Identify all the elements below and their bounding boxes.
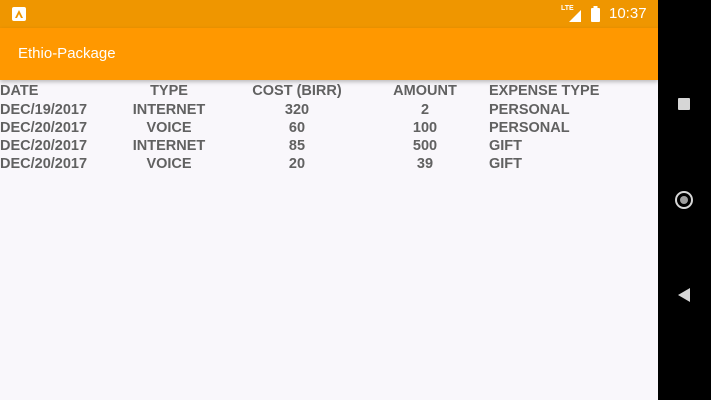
- table-row[interactable]: DEC/20/2017 VOICE 20 39 GIFT: [0, 155, 658, 173]
- cell-amount: 2: [420, 102, 430, 118]
- cell-cost: 85: [288, 138, 306, 154]
- cell-cost: 60: [288, 120, 306, 136]
- cell-date: DEC/20/2017: [0, 138, 88, 154]
- cell-type: VOICE: [146, 120, 192, 136]
- cell-expense-type: PERSONAL: [489, 102, 570, 118]
- cell-expense-type: GIFT: [489, 156, 523, 172]
- cell-date: DEC/20/2017: [0, 120, 88, 136]
- expense-table: DATE TYPE COST (BIRR) AMOUNT EXPENSE TYP…: [0, 82, 658, 173]
- app-notification-icon: [12, 7, 26, 21]
- cell-date: DEC/20/2017: [0, 156, 88, 172]
- cell-date: DEC/19/2017: [0, 102, 88, 118]
- cell-cost: 320: [284, 102, 310, 118]
- table-row[interactable]: DEC/19/2017 INTERNET 320 2 PERSONAL: [0, 101, 658, 119]
- header-amount: AMOUNT: [393, 83, 457, 99]
- cell-amount: 39: [416, 156, 434, 172]
- lte-signal-icon: LTE: [561, 5, 583, 23]
- header-type: TYPE: [150, 83, 188, 99]
- header-cost: COST (BIRR): [252, 83, 342, 99]
- table-row[interactable]: DEC/20/2017 VOICE 60 100 PERSONAL: [0, 119, 658, 137]
- status-clock: 10:37: [609, 5, 647, 22]
- header-date: DATE: [0, 83, 39, 99]
- status-bar: LTE 10:37: [0, 0, 658, 28]
- cell-type: INTERNET: [132, 138, 206, 154]
- header-expense-type: EXPENSE TYPE: [489, 83, 600, 99]
- cell-amount: 500: [412, 138, 438, 154]
- cell-expense-type: PERSONAL: [489, 120, 570, 136]
- app-toolbar: Ethio-Package: [0, 28, 658, 80]
- back-triangle-icon[interactable]: [678, 288, 690, 302]
- app-title: Ethio-Package: [18, 45, 116, 62]
- cell-cost: 20: [288, 156, 306, 172]
- table-header-row: DATE TYPE COST (BIRR) AMOUNT EXPENSE TYP…: [0, 82, 658, 101]
- cell-type: VOICE: [146, 156, 192, 172]
- table-row[interactable]: DEC/20/2017 INTERNET 85 500 GIFT: [0, 137, 658, 155]
- battery-icon: [591, 6, 600, 22]
- cell-amount: 100: [412, 120, 438, 136]
- home-circle-icon[interactable]: [675, 191, 693, 209]
- cell-type: INTERNET: [132, 102, 206, 118]
- recents-square-icon[interactable]: [678, 98, 690, 110]
- app-screen: LTE 10:37 Ethio-Package DATE TYPE COST (…: [0, 0, 658, 400]
- cell-expense-type: GIFT: [489, 138, 523, 154]
